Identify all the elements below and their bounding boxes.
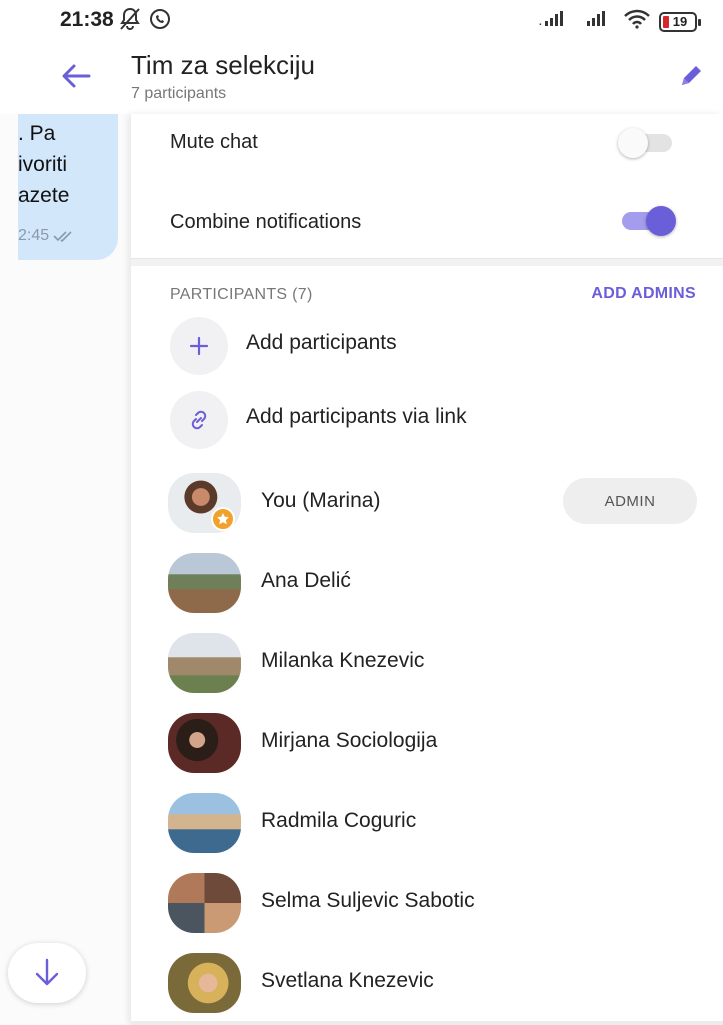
- avatar: [168, 953, 241, 1013]
- participant-name: Radmila Coguric: [261, 809, 417, 832]
- add-via-link-label: Add participants via link: [246, 405, 467, 428]
- back-arrow-icon: [62, 64, 91, 88]
- add-participants-row[interactable]: Add participants: [131, 311, 723, 381]
- mute-chat-row[interactable]: Mute chat: [131, 120, 723, 180]
- link-icon: [170, 391, 228, 449]
- battery-level: 19: [672, 14, 688, 29]
- add-via-link-row[interactable]: Add participants via link: [131, 385, 723, 455]
- double-check-icon: [53, 231, 72, 242]
- add-admins-button[interactable]: ADD ADMINS: [591, 285, 696, 303]
- battery-fill: [663, 15, 669, 28]
- participant-row[interactable]: You (Marina) ADMIN: [131, 464, 723, 544]
- message-time-text: 2:45: [18, 227, 50, 244]
- participants-count: 7 participants: [131, 85, 227, 102]
- avatar: [168, 633, 241, 693]
- participant-row[interactable]: Svetlana Knezevic: [131, 944, 723, 1024]
- status-bar: 21:38 . 19: [0, 0, 723, 44]
- scroll-to-bottom-button[interactable]: [8, 943, 86, 1003]
- battery-icon: 19: [659, 11, 701, 32]
- chat-info-panel: Mute chat Combine notifications PARTICIP…: [131, 114, 723, 1025]
- avatar: [168, 713, 241, 773]
- participant-name: Mirjana Sociologija: [261, 729, 438, 752]
- participant-row[interactable]: Ana Delić: [131, 544, 723, 624]
- participant-name: Milanka Knezevic: [261, 649, 425, 672]
- participant-row[interactable]: Mirjana Sociologija: [131, 704, 723, 784]
- section-divider: [131, 258, 723, 266]
- signal-icon: .: [539, 10, 573, 33]
- participant-name: Svetlana Knezevic: [261, 969, 434, 992]
- mute-chat-toggle[interactable]: [618, 124, 676, 160]
- message-line: azete: [18, 184, 70, 207]
- message-line: ivoriti: [18, 153, 68, 176]
- avatar: [168, 553, 241, 613]
- back-button[interactable]: [58, 58, 94, 94]
- arrow-down-icon: [35, 958, 59, 986]
- combine-notifications-row[interactable]: Combine notifications: [131, 200, 723, 260]
- participants-header: PARTICIPANTS (7): [170, 286, 313, 303]
- combine-notifications-toggle[interactable]: [618, 202, 676, 238]
- chat-background: . Pa ivoriti azete 2:45: [0, 114, 131, 1025]
- whatsapp-icon: [148, 6, 172, 37]
- participant-name: You (Marina): [261, 489, 381, 512]
- add-participants-label: Add participants: [246, 331, 397, 354]
- status-time: 21:38: [60, 8, 114, 31]
- combine-notifications-label: Combine notifications: [170, 211, 362, 233]
- avatar: [168, 873, 241, 933]
- mute-chat-label: Mute chat: [170, 131, 258, 153]
- message-line: . Pa: [18, 122, 56, 145]
- message-time: 2:45: [18, 227, 75, 245]
- bottom-divider: [131, 1021, 723, 1025]
- participant-row[interactable]: Radmila Coguric: [131, 784, 723, 864]
- status-icons-left: [118, 6, 172, 37]
- avatar: [168, 793, 241, 853]
- admin-badge[interactable]: ADMIN: [563, 478, 697, 524]
- edit-button[interactable]: [673, 58, 709, 94]
- mute-alarm-icon: [118, 6, 142, 37]
- svg-text:.: .: [539, 17, 542, 28]
- pencil-icon: [682, 66, 701, 85]
- chat-info-header: Tim za selekciju 7 participants: [0, 44, 723, 114]
- status-icons-right: . 19: [539, 9, 701, 34]
- signal-icon: [581, 10, 615, 33]
- plus-icon: [170, 317, 228, 375]
- participant-row[interactable]: Selma Suljevic Sabotic: [131, 864, 723, 944]
- participant-row[interactable]: Milanka Knezevic: [131, 624, 723, 704]
- star-icon: [211, 507, 235, 531]
- participant-name: Ana Delić: [261, 569, 351, 592]
- message-bubble[interactable]: . Pa ivoriti azete 2:45: [18, 114, 118, 260]
- participant-name: Selma Suljevic Sabotic: [261, 889, 475, 912]
- page-title: Tim za selekciju: [131, 50, 315, 80]
- wifi-icon: [623, 9, 651, 34]
